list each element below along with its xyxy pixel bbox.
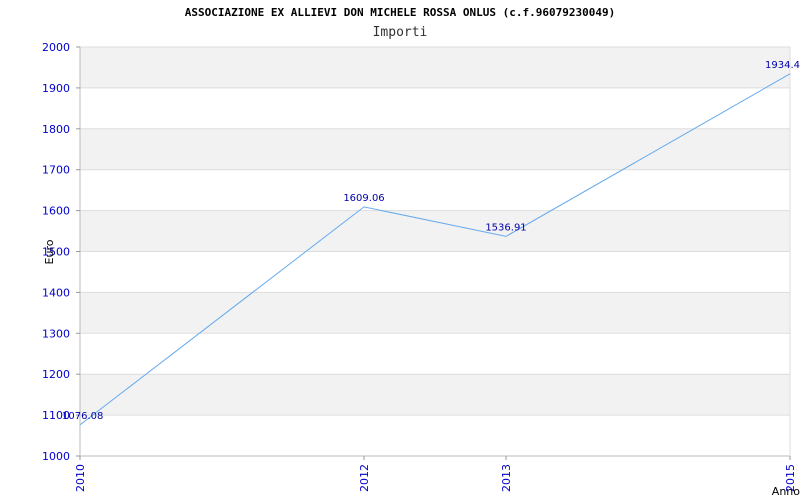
data-label: 1076.08	[62, 411, 103, 422]
y-tick-label: 2000	[42, 41, 70, 54]
background-band	[80, 333, 790, 375]
y-axis-title: Euro	[43, 239, 56, 264]
y-tick-label: 1600	[42, 205, 70, 218]
x-tick-label: 2013	[500, 464, 513, 492]
background-band	[80, 251, 790, 293]
background-band	[80, 415, 790, 456]
y-tick-label: 1200	[42, 368, 70, 381]
y-tick-label: 1400	[42, 286, 70, 299]
y-tick-label: 1000	[42, 450, 70, 463]
line-chart: 1000110012001300140015001600170018001900…	[42, 41, 800, 498]
y-tick-label: 1300	[42, 327, 70, 340]
y-tick-label: 1800	[42, 123, 70, 136]
data-label: 1536.91	[485, 222, 526, 233]
y-tick-label: 1700	[42, 164, 70, 177]
data-label: 1609.06	[343, 193, 384, 204]
background-band	[80, 47, 790, 88]
background-band	[80, 210, 790, 252]
x-tick-label: 2012	[358, 464, 371, 492]
background-band	[80, 87, 790, 129]
background-band	[80, 374, 790, 416]
x-tick-label: 2010	[74, 464, 87, 492]
x-axis-title: Anno	[772, 485, 800, 498]
y-tick-label: 1900	[42, 82, 70, 95]
background-band	[80, 292, 790, 334]
background-band	[80, 169, 790, 211]
data-label: 1934.4	[765, 60, 800, 71]
x-axis-ticks: 2010 2012 2013 2015	[74, 456, 797, 492]
